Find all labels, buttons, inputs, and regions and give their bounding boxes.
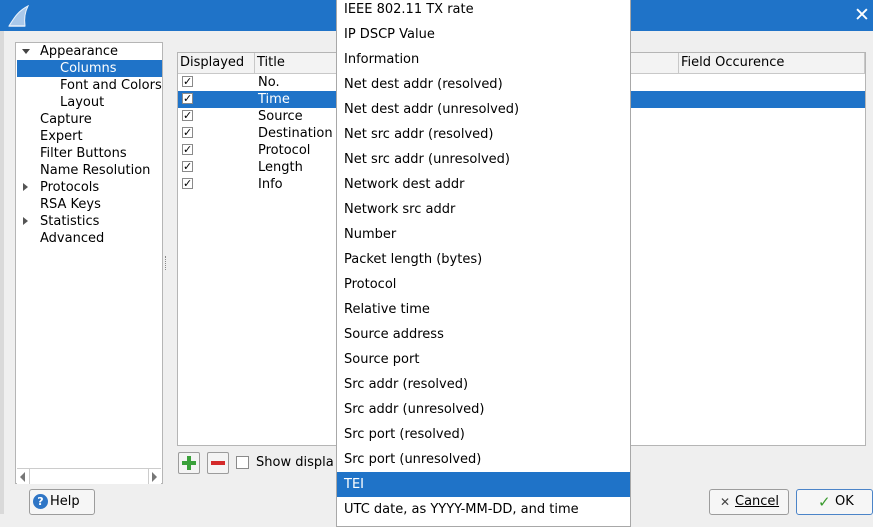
tree-item[interactable]: Name Resolution bbox=[16, 162, 162, 179]
menu-item[interactable]: IP DSCP Value bbox=[337, 22, 630, 47]
menu-item[interactable]: Source address bbox=[337, 322, 630, 347]
tree-item[interactable]: Appearance bbox=[16, 43, 162, 60]
remove-column-button[interactable] bbox=[207, 452, 229, 474]
menu-item[interactable]: Protocol bbox=[337, 272, 630, 297]
tree-item-label: Columns bbox=[60, 61, 117, 76]
menu-item[interactable]: Src port (resolved) bbox=[337, 422, 630, 447]
help-icon: ? bbox=[33, 494, 48, 509]
displayed-checkbox[interactable]: ✓ bbox=[182, 144, 193, 155]
menu-item[interactable]: UTC date, as YYYY-MM-DD, and time bbox=[337, 497, 630, 522]
column-title: Time bbox=[258, 92, 290, 107]
displayed-checkbox[interactable]: ✓ bbox=[182, 76, 193, 87]
ok-button[interactable]: ✓ OK bbox=[796, 489, 873, 515]
tree-item[interactable]: Layout bbox=[16, 94, 162, 111]
cancel-label: Cancel bbox=[735, 494, 780, 509]
tree-item-label: Protocols bbox=[40, 180, 100, 195]
expand-arrow-icon[interactable] bbox=[22, 49, 30, 54]
show-displayed-label: Show displa bbox=[256, 455, 334, 470]
menu-item[interactable]: Net src addr (unresolved) bbox=[337, 147, 630, 172]
close-icon[interactable]: ✕ bbox=[852, 5, 872, 25]
scroll-left-icon[interactable] bbox=[20, 472, 25, 482]
show-displayed-checkbox[interactable] bbox=[236, 456, 249, 469]
column-title: Source bbox=[258, 109, 303, 124]
displayed-checkbox[interactable]: ✓ bbox=[182, 178, 193, 189]
tree-item[interactable]: Filter Buttons bbox=[16, 145, 162, 162]
menu-item[interactable]: Net dest addr (resolved) bbox=[337, 72, 630, 97]
displayed-checkbox[interactable]: ✓ bbox=[182, 93, 193, 104]
tree-item-label: Statistics bbox=[40, 214, 100, 229]
header-field-occurrence[interactable]: Field Occurence bbox=[678, 53, 865, 73]
tree-item-label: Advanced bbox=[40, 231, 105, 246]
collapse-arrow-icon[interactable] bbox=[23, 217, 28, 225]
scroll-right-icon[interactable] bbox=[152, 472, 157, 482]
horizontal-scrollbar[interactable] bbox=[17, 468, 161, 484]
displayed-checkbox[interactable]: ✓ bbox=[182, 161, 193, 172]
tree-item[interactable]: Protocols bbox=[16, 179, 162, 196]
cancel-icon: ✕ bbox=[720, 495, 731, 509]
tree-item[interactable]: RSA Keys bbox=[16, 196, 162, 213]
tree-item[interactable]: Statistics bbox=[16, 213, 162, 230]
displayed-checkbox[interactable]: ✓ bbox=[182, 110, 193, 121]
menu-item[interactable]: Network src addr bbox=[337, 197, 630, 222]
header-title[interactable]: Title bbox=[255, 53, 337, 73]
cancel-button[interactable]: ✕ Cancel bbox=[709, 489, 789, 515]
tree-item-label: Font and Colors bbox=[60, 78, 162, 93]
tree-item-label: Appearance bbox=[40, 44, 119, 59]
menu-item[interactable]: Net src addr (resolved) bbox=[337, 122, 630, 147]
menu-item[interactable]: IEEE 802.11 TX rate bbox=[337, 0, 630, 22]
menu-item[interactable]: Src addr (unresolved) bbox=[337, 397, 630, 422]
window-edge bbox=[0, 31, 4, 514]
scroll-divider bbox=[29, 469, 30, 484]
menu-item[interactable]: Source port bbox=[337, 347, 630, 372]
menu-item[interactable]: Src addr (resolved) bbox=[337, 372, 630, 397]
header-displayed[interactable]: Displayed bbox=[178, 53, 255, 73]
tree-item-label: RSA Keys bbox=[40, 197, 101, 212]
column-title: Destination bbox=[258, 126, 333, 141]
menu-item[interactable]: Information bbox=[337, 47, 630, 72]
tree-item[interactable]: Advanced bbox=[16, 230, 162, 247]
column-type-dropdown: IEEE 802.11 TX rate IP DSCP Value Informat… bbox=[336, 0, 631, 527]
preferences-tree: Appearance Columns Font and Colors Layout Ca… bbox=[15, 42, 163, 484]
tree-item-label: Capture bbox=[40, 112, 92, 127]
help-button[interactable]: ? Help bbox=[29, 489, 95, 515]
tree-item[interactable]: Capture bbox=[16, 111, 162, 128]
tree-item[interactable]: Expert bbox=[16, 128, 162, 145]
menu-item[interactable]: Relative time bbox=[337, 297, 630, 322]
tree-item-label: Filter Buttons bbox=[40, 146, 127, 161]
displayed-checkbox[interactable]: ✓ bbox=[182, 127, 193, 138]
menu-item[interactable]: TEI bbox=[337, 472, 630, 497]
tree-item-label: Layout bbox=[60, 95, 105, 110]
menu-item[interactable]: Number bbox=[337, 222, 630, 247]
add-column-button[interactable] bbox=[178, 452, 200, 474]
tree-item[interactable]: Columns bbox=[17, 60, 162, 77]
scroll-divider bbox=[148, 469, 149, 484]
splitter-handle[interactable] bbox=[165, 256, 168, 270]
column-title: Info bbox=[258, 177, 283, 192]
collapse-arrow-icon[interactable] bbox=[23, 183, 28, 191]
wireshark-fin-icon bbox=[6, 4, 32, 28]
column-title: Protocol bbox=[258, 143, 311, 158]
menu-item[interactable]: Src port (unresolved) bbox=[337, 447, 630, 472]
ok-label: OK bbox=[835, 494, 854, 509]
column-title: No. bbox=[258, 75, 280, 90]
minus-icon bbox=[211, 461, 225, 465]
tree-item-label: Expert bbox=[40, 129, 83, 144]
menu-item[interactable]: Network dest addr bbox=[337, 172, 630, 197]
menu-item[interactable]: Packet length (bytes) bbox=[337, 247, 630, 272]
ok-check-icon: ✓ bbox=[818, 493, 831, 511]
plus-icon bbox=[182, 456, 196, 470]
tree-item[interactable]: Font and Colors bbox=[16, 77, 162, 94]
column-title: Length bbox=[258, 160, 303, 175]
menu-item[interactable]: Net dest addr (unresolved) bbox=[337, 97, 630, 122]
help-label: Help bbox=[50, 494, 80, 509]
tree-item-label: Name Resolution bbox=[40, 163, 151, 178]
